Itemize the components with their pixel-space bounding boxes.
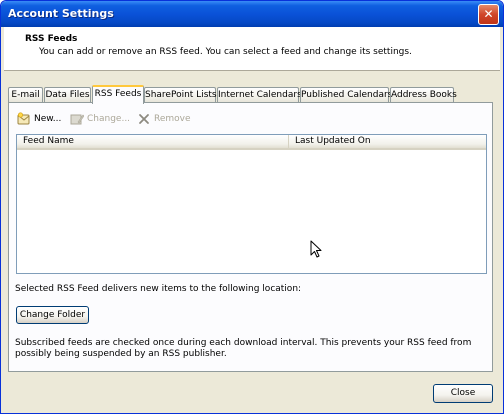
window-close-icon[interactable]: ✕ xyxy=(478,4,499,25)
column-feed-name[interactable]: Feed Name xyxy=(17,135,289,148)
change-folder-button[interactable]: Change Folder xyxy=(16,306,89,324)
mouse-pointer-icon xyxy=(310,240,322,260)
dialog-header: RSS Feeds You can add or remove an RSS f… xyxy=(4,27,500,71)
remove-button-label: Remove xyxy=(154,114,191,124)
subscribed-feeds-note: Subscribed feeds are checked once during… xyxy=(15,338,472,359)
remove-x-icon xyxy=(137,112,151,126)
title-bar[interactable]: Account Settings ✕ xyxy=(1,1,503,27)
column-last-updated-on[interactable]: Last Updated On xyxy=(289,135,486,148)
remove-button[interactable]: Remove xyxy=(137,111,191,127)
tab-email[interactable]: E-mail xyxy=(8,87,43,103)
close-button[interactable]: Close xyxy=(433,384,493,403)
new-button[interactable]: New... xyxy=(17,111,61,127)
tab-data-files[interactable]: Data Files xyxy=(44,87,91,103)
change-feed-icon xyxy=(70,112,85,126)
change-button[interactable]: Change... xyxy=(70,111,130,127)
window-title: Account Settings xyxy=(8,7,114,20)
feed-list-header: Feed Name Last Updated On xyxy=(17,135,486,150)
tab-rss-feeds[interactable]: RSS Feeds xyxy=(92,85,144,104)
tab-sharepoint-lists[interactable]: SharePoint Lists xyxy=(144,87,217,103)
new-button-label: New... xyxy=(34,114,62,124)
new-feed-icon xyxy=(17,112,31,126)
tab-published-calendars[interactable]: Published Calendars xyxy=(300,87,392,103)
header-description: You can add or remove an RSS feed. You c… xyxy=(39,47,412,57)
feed-list[interactable]: Feed Name Last Updated On xyxy=(16,134,487,274)
rss-feeds-panel: New... Change... Remove Feed Name Last U… xyxy=(8,102,493,372)
tab-internet-calendars[interactable]: Internet Calendars xyxy=(217,87,302,103)
change-button-label: Change... xyxy=(87,114,131,124)
tab-address-books[interactable]: Address Books xyxy=(390,87,457,103)
header-title: RSS Feeds xyxy=(25,34,78,44)
account-settings-window: Account Settings ✕ RSS Feeds You can add… xyxy=(0,0,504,414)
location-text: Selected RSS Feed delivers new items to … xyxy=(15,284,302,294)
